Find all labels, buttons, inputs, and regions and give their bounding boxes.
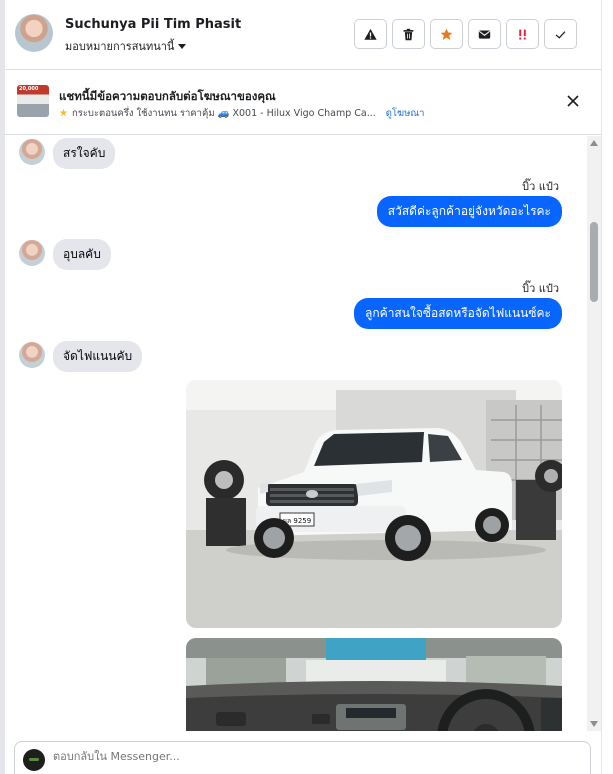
message-thread[interactable]: สรใจคับ บิ๊ว แป๋ว สวัสดีค่ะลูกค้าอยู่จัง… — [5, 136, 587, 731]
photo-attachment-truck-exterior[interactable]: ผล 9259 — [186, 380, 562, 628]
incoming-message[interactable]: จัดไฟแนนคับ — [53, 341, 143, 372]
photo-attachment-truck-interior[interactable] — [186, 638, 562, 731]
scroll-up-arrow-icon[interactable] — [590, 140, 598, 146]
star-button[interactable] — [430, 19, 463, 49]
mark-unread-button[interactable] — [468, 19, 501, 49]
right-edge — [601, 0, 613, 774]
star-icon — [440, 28, 453, 40]
close-icon[interactable] — [565, 93, 581, 109]
assign-conversation-dropdown[interactable]: มอบหมายการสนทนานี้ — [65, 37, 187, 55]
scrollbar-thumb[interactable] — [590, 222, 598, 302]
scrollbar[interactable] — [587, 136, 601, 731]
contact-avatar[interactable] — [15, 14, 53, 52]
sender-avatar[interactable] — [19, 240, 45, 266]
ad-thumbnail-tag: 20,000 — [19, 86, 39, 92]
page-avatar — [23, 749, 45, 771]
ad-thumbnail[interactable]: 20,000 — [17, 85, 49, 117]
outgoing-message[interactable]: ลูกค้าสนใจซื้อสดหรือจัดไฟแนนซ์คะ — [354, 298, 562, 329]
chevron-down-icon — [178, 43, 187, 49]
trash-icon — [403, 28, 414, 40]
warning-icon — [364, 28, 377, 40]
star-emoji-icon: ★ — [59, 108, 68, 119]
sender-avatar[interactable] — [19, 342, 45, 368]
header-actions — [354, 19, 577, 49]
incoming-message[interactable]: สรใจคับ — [53, 138, 116, 169]
delete-button[interactable] — [392, 19, 425, 49]
outgoing-sender-name: บิ๊ว แป๋ว — [522, 282, 559, 295]
mark-spam-button[interactable] — [354, 19, 387, 49]
incoming-message[interactable]: อุบลคับ — [53, 239, 111, 270]
outgoing-sender-name: บิ๊ว แป๋ว — [522, 180, 559, 193]
important-icon — [519, 29, 526, 40]
ad-banner-title: แชทนี้มีข้อความตอบกลับต่อโฆษณาของคุณ — [59, 89, 276, 103]
ad-reply-banner: 20,000 แชทนี้มีข้อความตอบกลับต่อโฆษณาของ… — [5, 71, 601, 135]
assign-label: มอบหมายการสนทนานี้ — [65, 40, 175, 53]
ad-banner-subtitle-row: ★ กระบะตอนครึ่ง ใช้งานทน ราคาคุ้ม 🚙 X001… — [59, 106, 425, 121]
reply-composer — [14, 741, 591, 774]
mark-done-button[interactable] — [544, 19, 577, 49]
check-icon — [555, 30, 566, 39]
contact-name[interactable]: Suchunya Pii Tim Phasit — [65, 17, 241, 32]
reply-input[interactable] — [53, 750, 573, 763]
conversation-header: Suchunya Pii Tim Phasit มอบหมายการสนทนาน… — [5, 0, 601, 70]
view-ad-link[interactable]: ดูโฆษณา — [386, 106, 425, 121]
scroll-down-arrow-icon[interactable] — [590, 721, 598, 727]
ad-banner-subtitle: กระบะตอนครึ่ง ใช้งานทน ราคาคุ้ม 🚙 X001 -… — [71, 108, 376, 119]
outgoing-message[interactable]: สวัสดีค่ะลูกค้าอยู่จังหวัดอะไรคะ — [376, 196, 562, 227]
envelope-icon — [478, 29, 491, 39]
sender-avatar[interactable] — [19, 139, 45, 165]
mark-important-button[interactable] — [506, 19, 539, 49]
